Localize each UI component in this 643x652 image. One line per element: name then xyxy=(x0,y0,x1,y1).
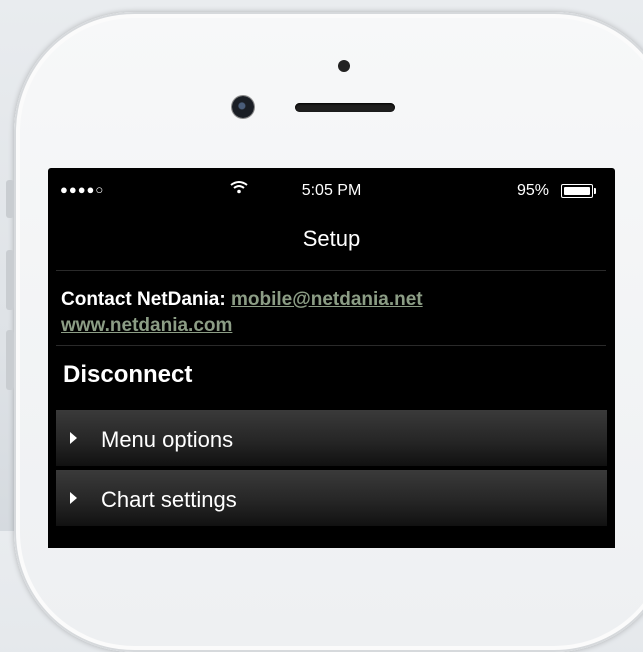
front-camera xyxy=(232,96,254,118)
status-bar: ●●●●○ 5:05 PM 95% xyxy=(48,168,615,212)
proximity-sensor xyxy=(338,60,350,72)
divider xyxy=(56,270,606,271)
section-menu-options[interactable]: Menu options xyxy=(56,410,607,466)
contact-info: Contact NetDania: mobile@netdania.net ww… xyxy=(61,287,423,339)
contact-label: Contact NetDania: xyxy=(61,289,231,310)
disconnect-button[interactable]: Disconnect xyxy=(63,361,192,389)
section-label: Chart settings xyxy=(101,487,237,512)
battery-percent: 95% xyxy=(517,182,550,199)
battery-icon xyxy=(561,184,596,198)
earpiece-speaker xyxy=(295,103,395,112)
caret-right-icon xyxy=(70,432,77,444)
volume-up-button xyxy=(6,250,14,310)
phone-screen: ●●●●○ 5:05 PM 95% Setup Contact NetDania… xyxy=(48,168,615,548)
divider xyxy=(56,345,606,346)
volume-down-button xyxy=(6,330,14,390)
mute-switch xyxy=(6,180,14,218)
contact-email-link[interactable]: mobile@netdania.net xyxy=(231,289,423,310)
section-chart-settings[interactable]: Chart settings xyxy=(56,470,607,526)
battery-nub xyxy=(594,188,596,194)
website-link[interactable]: www.netdania.com xyxy=(61,315,232,336)
battery-fill xyxy=(564,187,590,195)
page-title: Setup xyxy=(302,226,361,251)
section-label: Menu options xyxy=(101,427,234,452)
caret-right-icon xyxy=(70,492,77,504)
